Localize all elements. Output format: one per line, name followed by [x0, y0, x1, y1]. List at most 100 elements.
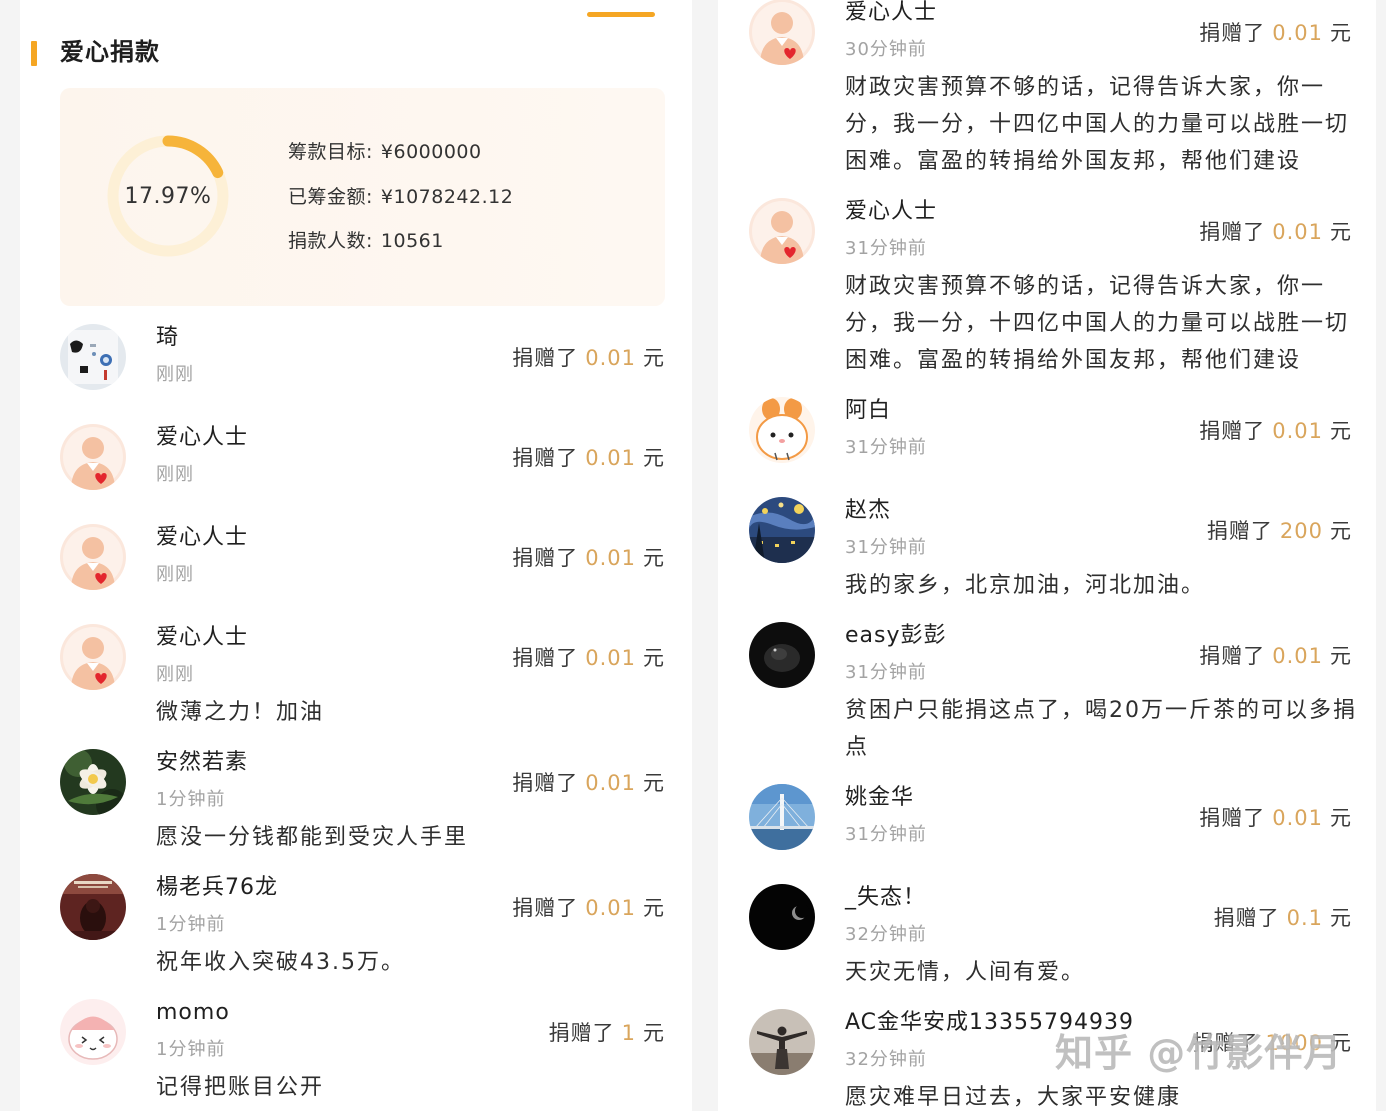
amount-unit: 元	[1330, 806, 1352, 830]
donor-name[interactable]: 楊老兵76龙	[156, 870, 278, 906]
donor-name[interactable]: 爱心人士	[845, 194, 937, 230]
section-title: 爱心捐款	[60, 38, 160, 66]
donation-time: 31分钟前	[845, 537, 927, 558]
donation-time: 刚刚	[156, 464, 194, 485]
donor-name[interactable]: AC金华安成13355794939	[845, 1005, 1134, 1041]
donation-content: 爱心人士 刚刚 捐赠了 0.01 元	[156, 420, 665, 494]
portrait-avatar[interactable]	[749, 1009, 815, 1075]
donor-info: 姚金华 31分钟前	[845, 780, 927, 854]
left-donation-panel: 爱心捐款 17.97% 筹款目标: ¥6000000 已筹金额: ¥1078242.…	[20, 0, 692, 1111]
amount-prefix: 捐赠了	[1199, 644, 1266, 668]
default-heart-avatar[interactable]	[60, 624, 126, 690]
donor-name[interactable]: 爱心人士	[156, 620, 248, 656]
donor-info: 赵杰 31分钟前	[845, 493, 927, 567]
donor-name[interactable]: momo	[156, 995, 230, 1031]
donation-content: 安然若素 1分钟前 捐赠了 0.01 元愿没一分钱都能到受灾人手里	[156, 745, 665, 856]
donor-name[interactable]: 安然若素	[156, 745, 248, 781]
donor-info: momo 1分钟前	[156, 995, 230, 1069]
donation-amount: 捐赠了 0.01 元	[1199, 216, 1352, 246]
donation-amount: 捐赠了 0.01 元	[512, 342, 665, 372]
amount-prefix: 捐赠了	[548, 1021, 615, 1045]
night-painting-avatar[interactable]	[749, 497, 815, 563]
amount-unit: 元	[1330, 906, 1352, 930]
donor-info: 楊老兵76龙 1分钟前	[156, 870, 278, 944]
donors-label: 捐款人数:	[288, 230, 373, 252]
donor-info: 安然若素 1分钟前	[156, 745, 248, 819]
amount-value: 0.01	[1272, 419, 1323, 443]
donation-amount: 捐赠了 0.01 元	[512, 767, 665, 797]
donation-amount: 捐赠了 0.01 元	[1199, 802, 1352, 832]
donation-item: 赵杰 31分钟前 捐赠了 200 元我的家乡，北京加油，河北加油。	[718, 486, 1376, 611]
donation-item: _失态！ 32分钟前 捐赠了 0.1 元天灾无情，人间有爱。	[718, 873, 1376, 998]
bridge-avatar[interactable]	[749, 784, 815, 850]
donor-name[interactable]: _失态！	[845, 880, 927, 916]
donation-content: 赵杰 31分钟前 捐赠了 200 元我的家乡，北京加油，河北加油。	[845, 493, 1352, 604]
cartoon-bunny-avatar[interactable]	[749, 397, 815, 463]
dark-red-avatar[interactable]	[60, 874, 126, 940]
donor-info: 爱心人士 31分钟前	[845, 194, 937, 268]
moon-avatar[interactable]	[749, 884, 815, 950]
raised-row: 已筹金额: ¥1078242.12	[288, 175, 513, 220]
donation-item: 安然若素 1分钟前 捐赠了 0.01 元愿没一分钱都能到受灾人手里	[20, 738, 692, 863]
cartoon-pink-avatar[interactable]	[60, 999, 126, 1065]
donation-comment: 财政灾害预算不够的话，记得告诉大家，你一分，我一分，十四亿中国人的力量可以战胜一…	[845, 75, 1350, 174]
donation-item: 爱心人士 刚刚 捐赠了 0.01 元微薄之力！加油	[20, 613, 692, 738]
donation-header: 爱心人士 刚刚 捐赠了 0.01 元	[156, 520, 665, 594]
tab-indicator	[587, 12, 655, 17]
donor-name[interactable]: 琦	[156, 320, 194, 356]
amount-prefix: 捐赠了	[512, 446, 579, 470]
donation-comment: 财政灾害预算不够的话，记得告诉大家，你一分，我一分，十四亿中国人的力量可以战胜一…	[845, 274, 1350, 373]
donation-header: 爱心人士 刚刚 捐赠了 0.01 元	[156, 420, 665, 494]
donor-info: easy彭彭 31分钟前	[845, 618, 947, 692]
amount-unit: 元	[643, 646, 665, 670]
donation-item: 琦刚刚 捐赠了 0.01 元	[20, 313, 692, 413]
donation-comment: 微薄之力！加油	[156, 700, 325, 725]
donation-comment: 天灾无情，人间有爱。	[845, 960, 1086, 985]
amount-unit: 元	[643, 546, 665, 570]
default-heart-avatar[interactable]	[60, 424, 126, 490]
donor-info: 爱心人士 刚刚	[156, 520, 248, 594]
donation-header: 爱心人士 刚刚 捐赠了 0.01 元	[156, 620, 665, 694]
donation-header: 赵杰 31分钟前 捐赠了 200 元	[845, 493, 1352, 567]
amount-value: 0.1	[1286, 906, 1323, 930]
donor-info: 琦刚刚	[156, 320, 194, 394]
donors-row: 捐款人数: 10561	[288, 219, 513, 264]
amount-value: 0.01	[585, 446, 636, 470]
flower-avatar[interactable]	[60, 749, 126, 815]
donation-time: 刚刚	[156, 664, 194, 685]
photo-avatar[interactable]	[60, 324, 126, 390]
donor-name[interactable]: 赵杰	[845, 493, 927, 529]
amount-value: 0.01	[585, 771, 636, 795]
donation-time: 刚刚	[156, 364, 194, 385]
donor-name[interactable]: 姚金华	[845, 780, 927, 816]
donation-content: easy彭彭 31分钟前 捐赠了 0.01 元贫困户只能捐这点了，喝20万一斤茶的可以多…	[845, 618, 1355, 766]
donation-comment: 我的家乡，北京加油，河北加油。	[845, 573, 1206, 598]
amount-prefix: 捐赠了	[512, 771, 579, 795]
progress-percentage: 17.97%	[124, 183, 212, 209]
donor-name[interactable]: 爱心人士	[156, 520, 248, 556]
summary-info: 筹款目标: ¥6000000 已筹金额: ¥1078242.12 捐款人数: 1056…	[288, 130, 513, 264]
donation-time: 32分钟前	[845, 924, 927, 945]
donor-info: 阿白 31分钟前	[845, 393, 927, 467]
donor-name[interactable]: 阿白	[845, 393, 927, 429]
default-heart-avatar[interactable]	[749, 198, 815, 264]
default-heart-avatar[interactable]	[60, 524, 126, 590]
amount-unit: 元	[643, 771, 665, 795]
donor-name[interactable]: 爱心人士	[845, 0, 937, 31]
donation-amount: 捐赠了 0.01 元	[1199, 17, 1352, 47]
donation-comment: 祝年收入突破43.5万。	[156, 950, 405, 975]
donation-item: 阿白 31分钟前 捐赠了 0.01 元	[718, 386, 1376, 486]
dark-avatar[interactable]	[749, 622, 815, 688]
amount-unit: 元	[643, 1021, 665, 1045]
default-heart-avatar[interactable]	[749, 0, 815, 65]
donation-header: _失态！ 32分钟前 捐赠了 0.1 元	[845, 880, 1352, 954]
donor-name[interactable]: easy彭彭	[845, 618, 947, 654]
amount-unit: 元	[643, 346, 665, 370]
donation-time: 1分钟前	[156, 914, 226, 935]
amount-unit: 元	[1330, 419, 1352, 443]
amount-unit: 元	[643, 896, 665, 920]
donor-name[interactable]: 爱心人士	[156, 420, 248, 456]
donation-content: 爱心人士 30分钟前 捐赠了 0.01 元财政灾害预算不够的话，记得告诉大家，你一分，我…	[845, 0, 1352, 180]
donation-content: 爱心人士 刚刚 捐赠了 0.01 元微薄之力！加油	[156, 620, 665, 731]
donation-item: easy彭彭 31分钟前 捐赠了 0.01 元贫困户只能捐这点了，喝20万一斤茶的可以多…	[718, 611, 1376, 773]
